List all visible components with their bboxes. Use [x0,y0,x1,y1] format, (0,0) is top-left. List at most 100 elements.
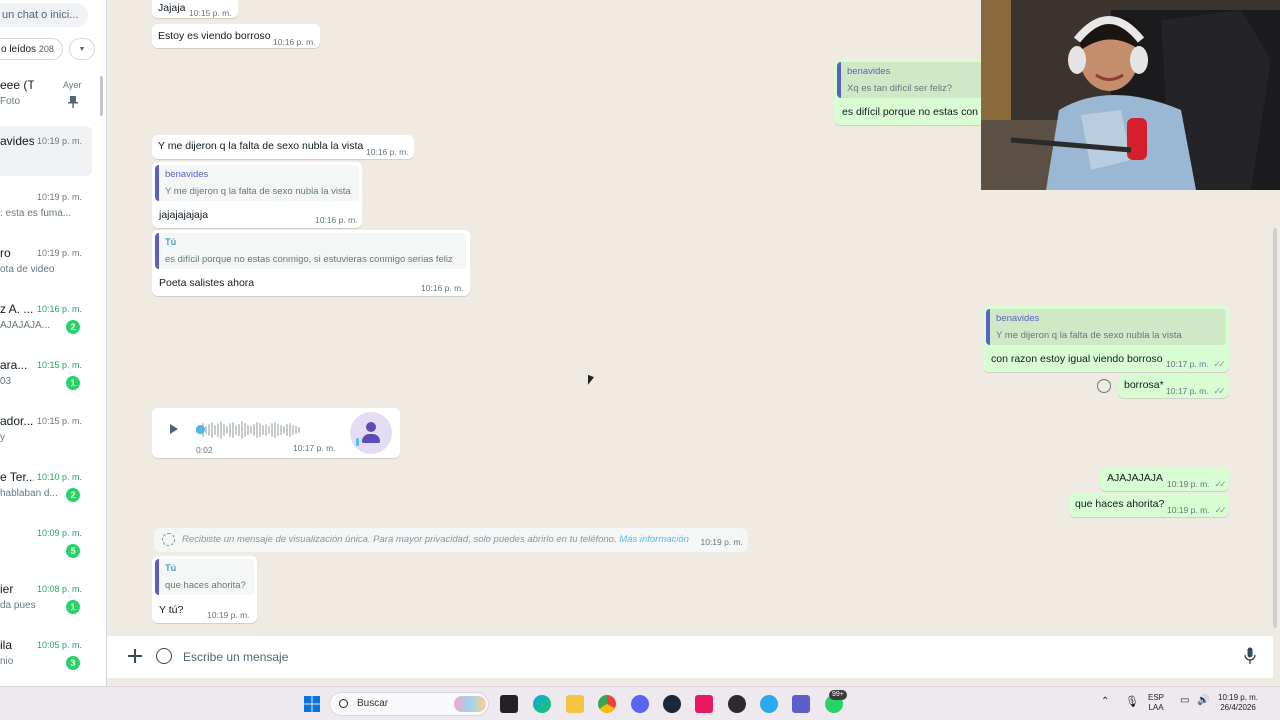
waveform-bar [289,423,291,437]
chat-list-item[interactable]: ier 10:08 p. m. da pues 1 [0,580,100,630]
message-text: jajajajajaja [159,209,209,221]
folder-icon[interactable] [566,695,584,713]
chat-name: z A. ... [0,302,34,316]
chat-time: 10:19 p. m. [37,248,83,258]
chat-time: 10:15 p. m. [37,360,83,370]
emoji-reaction-icon[interactable] [1097,379,1111,393]
message-incoming[interactable]: Tú es difícil porque no estas conmigo, s… [152,230,470,296]
language-indicator[interactable]: ESP LAA [1148,693,1164,713]
message-outgoing[interactable]: borrosa* 10:17 p. m. ✓✓ [1118,374,1229,398]
message-incoming[interactable]: Estoy es viendo borroso 10:16 p. m. [152,24,320,48]
waveform-bar [259,423,261,437]
message-incoming[interactable]: Tú que haces ahorita? Y tú? 10:19 p. m. [152,556,257,623]
teams-icon[interactable] [792,695,810,713]
chrome-icon[interactable] [598,695,616,713]
clock[interactable]: 10:19 p. m. 26/4/2026 [1218,693,1258,713]
taskbar-search[interactable]: Buscar [329,692,489,716]
chat-time: 10:10 p. m. [37,472,83,482]
message-time: 10:16 p. m. [273,37,316,47]
chat-list-item[interactable]: 10:19 p. m.: esta es fuma... [0,188,100,238]
waveform-bar [223,424,225,436]
voice-duration: 0:02 [196,445,213,455]
message-time: 10:19 p. m. ✓✓ [1167,479,1227,490]
microphone-icon[interactable] [1244,647,1256,665]
chat-list-item[interactable]: avides 10:19 p. m. [0,126,92,176]
message-text: es difícil porque no estas con [842,106,978,118]
message-incoming[interactable]: Y me dijeron q la falta de sexo nubla la… [152,135,414,159]
quoted-message[interactable]: Tú que haces ahorita? [155,559,254,595]
filter-unread-chip[interactable]: o leídos 208 [0,38,63,60]
steam-icon[interactable] [663,695,681,713]
waveform-bar [244,423,246,437]
chat-scrollbar[interactable] [1273,228,1277,628]
chat-list-item[interactable]: ila 10:05 p. m. nio 3 [0,636,100,686]
obs-icon[interactable] [728,695,746,713]
message-incoming[interactable]: Jajaja 10:15 p. m. [152,0,238,18]
waveform-bar [229,423,231,437]
message-text: Jajaja [158,2,186,14]
play-icon[interactable] [170,424,178,434]
chevron-up-icon[interactable]: ⌃ [1101,697,1109,707]
windows-start-icon[interactable] [303,695,321,713]
mic-icon [356,438,359,446]
chat-list-item[interactable]: 10:09 p. m. 5 [0,524,100,574]
waveform-bar [247,425,249,435]
quoted-message[interactable]: benavides Xq es tan difícil ser feliz? [837,62,991,98]
chat-time: 10:19 p. m. [37,192,83,202]
sticker-icon[interactable] [156,648,172,664]
message-text: que haces ahorita? [1075,498,1165,510]
discord-icon[interactable] [631,695,649,713]
chat-name: ador... [0,414,34,428]
sidebar-scrollbar[interactable] [100,76,103,116]
message-text: Estoy es viendo borroso [158,30,271,42]
chat-time: 10:05 p. m. [37,640,83,650]
more-info-link[interactable]: Más información [619,534,689,545]
filter-dropdown-button[interactable]: ▼ [69,38,95,60]
quoted-message[interactable]: benavides Y me dijeron q la falta de sex… [155,165,359,201]
message-outgoing[interactable]: benavides Xq es tan difícil ser feliz? e… [834,59,994,125]
audio-progress-handle[interactable] [196,425,205,434]
chat-list-item[interactable]: eee (Tú) Ayer Foto [0,76,100,126]
quote-text: que haces ahorita? [165,580,246,591]
chat-name: ro [0,246,11,260]
chat-name: ier [0,582,14,596]
audio-waveform[interactable] [196,420,332,440]
waveform-bar [274,422,276,438]
quoted-message[interactable]: benavides Y me dijeron q la falta de sex… [986,309,1226,345]
waveform-bar [271,423,273,437]
search-input[interactable]: un chat o inici... [0,3,88,27]
chat-name: avides [0,134,34,148]
network-icon[interactable]: ▭ [1180,696,1189,706]
message-outgoing[interactable]: benavides Y me dijeron q la falta de sex… [983,306,1229,372]
chat-list-item[interactable]: ador... 10:15 p. m. y [0,412,100,462]
message-incoming[interactable]: benavides Y me dijeron q la falta de sex… [152,162,362,228]
voice-message[interactable]: 0:02 10:17 p. m. [152,408,400,458]
chat-time: 10:16 p. m. [37,304,83,314]
quote-author: benavides [996,313,1040,324]
message-time: 10:17 p. m. ✓✓ [1166,359,1226,370]
quote-text: Xq es tan difícil ser feliz? [847,83,953,94]
message-time: 10:17 p. m. [293,443,336,453]
message-text: AJAJAJAJA [1107,472,1164,484]
message-outgoing[interactable]: AJAJAJAJA 10:19 p. m. ✓✓ [1100,467,1229,491]
volume-icon[interactable]: 🔊 [1197,696,1209,706]
quoted-message[interactable]: Tú es difícil porque no estas conmigo, s… [155,233,466,269]
chat-list-item[interactable]: e Ter... 10:10 p. m. hablaban d... 2 [0,468,100,518]
double-check-icon: ✓✓ [1214,505,1227,515]
message-outgoing[interactable]: que haces ahorita? 10:19 p. m. ✓✓ [1069,493,1229,517]
waveform-bar [280,425,282,435]
microphone-tray-icon[interactable]: 🎙 [1125,697,1139,708]
telegram-icon[interactable] [760,695,778,713]
waveform-bar [253,424,255,436]
chat-list-item[interactable]: ro 10:19 p. m. ota de video [0,244,100,294]
waveform-bar [265,424,267,436]
chat-list-item[interactable]: z A. ... 10:16 p. m. AJAJAJA... 2 [0,300,100,350]
unread-badge: 2 [66,320,80,334]
message-time-text: 10:17 p. m. [1166,386,1209,396]
message-input[interactable] [183,644,1223,670]
attach-plus-icon[interactable] [127,648,143,664]
edge-icon[interactable] [533,695,551,713]
tiktok-icon[interactable] [695,695,713,713]
app-icon[interactable] [500,695,518,713]
chat-list-item[interactable]: ara... 10:15 p. m. 03 1 [0,356,100,406]
